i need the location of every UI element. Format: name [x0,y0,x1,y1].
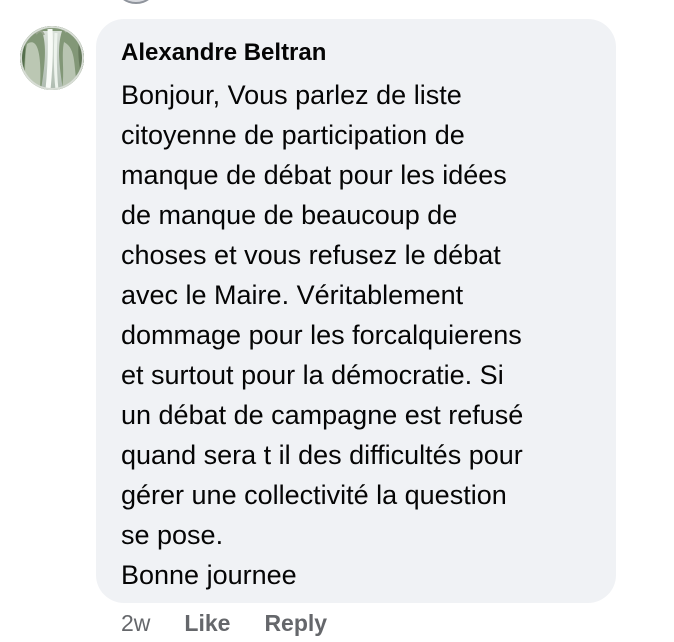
comment-author-name[interactable]: Alexandre Beltran [121,39,592,67]
comment-line: gérer une collectivité la question [121,480,507,510]
comment-line: quand sera t il des difficultés pour [121,440,523,470]
comment-line: citoyenne de participation de [121,120,465,150]
comment-timestamp[interactable]: 2w [121,610,150,637]
comment-line: avec le Maire. Véritablement [121,280,464,310]
comment-actions: 2w Like Reply [121,608,327,638]
profile-photo-waterfall-icon [20,26,84,90]
comment-line: choses et vous refusez le débat [121,240,501,270]
comment-line: dommage pour les forcalquierens [121,320,522,350]
comment-line: manque de débat pour les idées [121,160,507,190]
comment-line: et surtout pour la démocratie. Si [121,360,504,390]
comment-line: Bonne journee [121,560,297,590]
reply-button[interactable]: Reply [264,610,327,637]
comment-line: Bonjour, Vous parlez de liste [121,80,462,110]
like-button[interactable]: Like [184,610,230,637]
comment-thread: Alexandre Beltran Bonjour, Vous parlez d… [0,0,674,642]
previous-avatar-edge [116,0,156,4]
comment-line: un débat de campagne est refusé [121,400,524,430]
comment-line: de manque de beaucoup de [121,200,458,230]
comment-text: Bonjour, Vous parlez de liste citoyenne … [121,75,592,595]
avatar[interactable] [20,26,84,90]
comment-bubble: Alexandre Beltran Bonjour, Vous parlez d… [96,19,616,603]
comment-line: se pose. [121,520,224,550]
